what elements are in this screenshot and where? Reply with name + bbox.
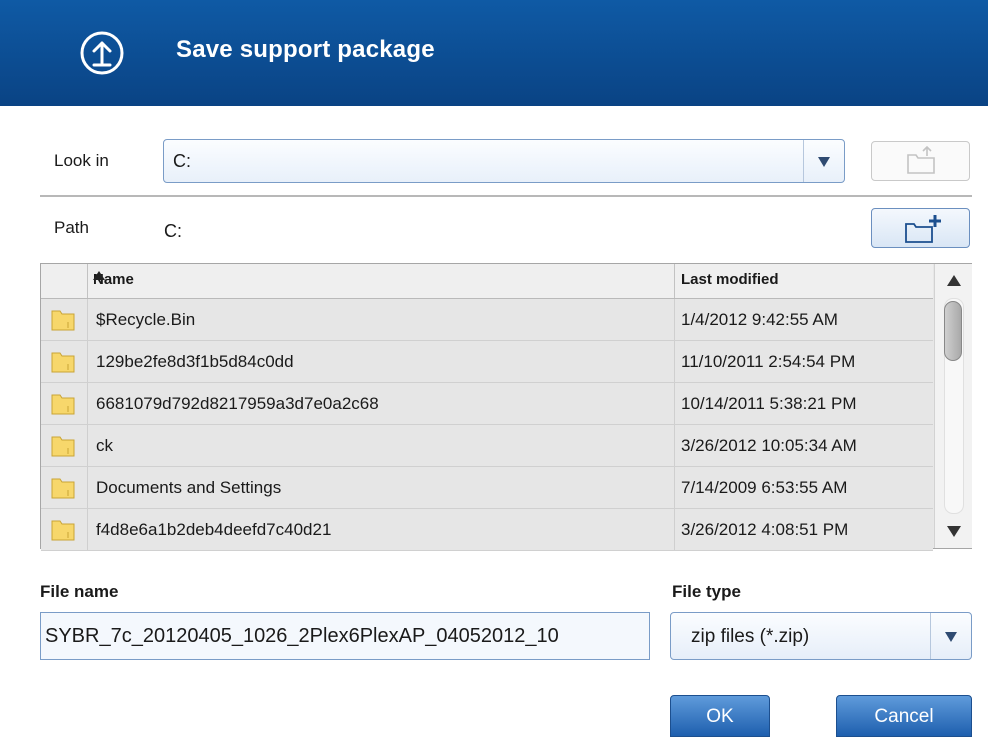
file-name-text: Documents and Settings	[96, 478, 282, 497]
table-row[interactable]: 129be2fe8d3f1b5d84c0dd 11/10/2011 2:54:5…	[41, 341, 933, 383]
file-list-rows: $Recycle.Bin 1/4/2012 9:42:55 AM 129be2f…	[41, 299, 933, 551]
modified-text: 11/10/2011 2:54:54 PM	[681, 352, 856, 371]
divider	[40, 195, 972, 197]
path-value: C:	[164, 221, 182, 241]
look-in-dropdown-button[interactable]	[803, 140, 844, 182]
scrollbar-thumb[interactable]	[944, 301, 962, 361]
folder-icon	[51, 478, 75, 499]
file-name-field[interactable]	[40, 612, 650, 660]
row-name-cell: Documents and Settings	[87, 467, 675, 508]
look-in-value: C:	[173, 151, 191, 171]
upload-icon	[80, 31, 124, 75]
last-modified-column-label: Last modified	[681, 271, 779, 288]
row-icon-cell	[41, 425, 88, 466]
row-modified-cell: 10/14/2011 5:38:21 PM	[675, 383, 933, 424]
file-type-value: zip files (*.zip)	[691, 626, 810, 647]
row-modified-cell: 3/26/2012 10:05:34 AM	[675, 425, 933, 466]
row-modified-cell: 3/26/2012 4:08:51 PM	[675, 509, 933, 550]
ok-button[interactable]: OK	[670, 695, 770, 737]
file-list[interactable]: Name Last modified $Recycle.Bin 1/4/2012…	[40, 263, 972, 551]
table-row[interactable]: 6681079d792d8217959a3d7e0a2c68 10/14/201…	[41, 383, 933, 425]
row-icon-cell	[41, 509, 88, 550]
file-list-header: Name Last modified	[41, 264, 933, 299]
last-modified-column-header[interactable]: Last modified	[675, 264, 933, 298]
table-row[interactable]: Documents and Settings 7/14/2009 6:53:55…	[41, 467, 933, 509]
folder-icon	[51, 520, 75, 541]
file-name-text: f4d8e6a1b2deb4deefd7c40d21	[96, 520, 332, 539]
folder-icon	[51, 352, 75, 373]
folder-icon	[51, 310, 75, 331]
cancel-button[interactable]: Cancel	[836, 695, 972, 737]
file-type-label: File type	[672, 582, 741, 601]
file-name-text: 6681079d792d8217959a3d7e0a2c68	[96, 394, 379, 413]
modified-text: 3/26/2012 4:08:51 PM	[681, 520, 849, 539]
row-icon-cell	[41, 341, 88, 382]
path-label: Path	[54, 218, 89, 237]
row-modified-cell: 1/4/2012 9:42:55 AM	[675, 299, 933, 340]
folder-icon	[51, 436, 75, 457]
table-row[interactable]: $Recycle.Bin 1/4/2012 9:42:55 AM	[41, 299, 933, 341]
scroll-down-icon[interactable]	[947, 526, 961, 537]
modified-text: 10/14/2011 5:38:21 PM	[681, 394, 857, 413]
row-name-cell: 129be2fe8d3f1b5d84c0dd	[87, 341, 675, 382]
file-name-input[interactable]	[41, 613, 649, 659]
row-icon-cell	[41, 383, 88, 424]
vertical-scrollbar[interactable]	[934, 264, 972, 548]
scroll-up-icon[interactable]	[947, 275, 961, 286]
file-type-dropdown[interactable]: zip files (*.zip)	[670, 612, 972, 660]
icon-column-header	[41, 264, 88, 298]
up-folder-button[interactable]	[871, 141, 970, 181]
new-folder-button[interactable]	[871, 208, 970, 248]
folder-icon	[51, 394, 75, 415]
modified-text: 7/14/2009 6:53:55 AM	[681, 478, 848, 497]
row-name-cell: ck	[87, 425, 675, 466]
modified-text: 1/4/2012 9:42:55 AM	[681, 310, 838, 329]
row-icon-cell	[41, 299, 88, 340]
look-in-dropdown[interactable]: C:	[163, 139, 845, 183]
row-name-cell: $Recycle.Bin	[87, 299, 675, 340]
folder-up-icon	[907, 145, 935, 174]
table-row[interactable]: ck 3/26/2012 10:05:34 AM	[41, 425, 933, 467]
row-modified-cell: 11/10/2011 2:54:54 PM	[675, 341, 933, 382]
new-folder-icon	[905, 215, 941, 243]
dialog-title: Save support package	[176, 36, 435, 63]
name-column-header[interactable]: Name	[87, 264, 675, 298]
file-name-text: 129be2fe8d3f1b5d84c0dd	[96, 352, 294, 371]
row-icon-cell	[41, 467, 88, 508]
table-row[interactable]: f4d8e6a1b2deb4deefd7c40d21 3/26/2012 4:0…	[41, 509, 933, 551]
sort-ascending-icon	[93, 271, 105, 280]
file-name-label: File name	[40, 582, 119, 601]
file-name-text: $Recycle.Bin	[96, 310, 196, 329]
row-name-cell: 6681079d792d8217959a3d7e0a2c68	[87, 383, 675, 424]
chevron-down-icon	[945, 632, 957, 642]
row-modified-cell: 7/14/2009 6:53:55 AM	[675, 467, 933, 508]
modified-text: 3/26/2012 10:05:34 AM	[681, 436, 857, 455]
file-name-text: ck	[96, 436, 113, 455]
row-name-cell: f4d8e6a1b2deb4deefd7c40d21	[87, 509, 675, 550]
look-in-label: Look in	[54, 151, 109, 170]
file-type-dropdown-button[interactable]	[930, 613, 971, 659]
chevron-down-icon	[818, 157, 830, 167]
dialog-titlebar: Save support package	[0, 0, 988, 106]
